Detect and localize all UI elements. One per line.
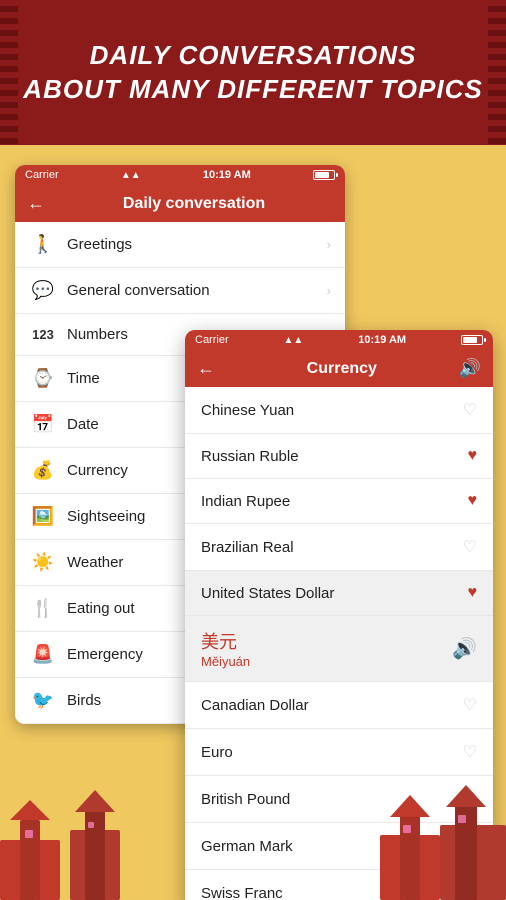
carrier-label-2: Carrier: [195, 334, 229, 346]
carrier-label-1: Carrier: [25, 169, 59, 181]
chevron-general: ›: [327, 283, 331, 298]
decorative-buildings: [0, 780, 506, 900]
top-banner: Daily Conversations About Many Different…: [0, 0, 506, 145]
canadian-dollar-label: Canadian Dollar: [201, 697, 463, 714]
chinese-yuan-heart[interactable]: ♡: [463, 400, 477, 420]
greetings-label: Greetings: [67, 236, 327, 253]
currency-item-canadian-dollar[interactable]: Canadian Dollar ♡: [185, 682, 493, 729]
currency-item-russian-ruble[interactable]: Russian Ruble ♥: [185, 434, 493, 479]
status-bar-1: Carrier ▲▲ 10:19 AM: [15, 165, 345, 185]
currency-icon: 💰: [29, 460, 57, 481]
time-label-1: 10:19 AM: [203, 169, 251, 181]
chinese-characters: 美元: [201, 628, 250, 654]
currency-item-euro[interactable]: Euro ♡: [185, 729, 493, 776]
usd-label: United States Dollar: [201, 585, 468, 602]
currency-item-brazilian-real[interactable]: Brazilian Real ♡: [185, 524, 493, 571]
currency-item-usd[interactable]: United States Dollar ♥: [185, 571, 493, 616]
emergency-icon: 🚨: [29, 644, 57, 665]
wifi-icon-1: ▲▲: [121, 170, 141, 181]
brazilian-real-heart[interactable]: ♡: [463, 537, 477, 557]
back-button-1[interactable]: ←: [27, 193, 45, 214]
chinese-translation-card: 美元 Měiyuán 🔊: [185, 616, 493, 682]
nav-bar-2: ← Currency 🔊: [185, 350, 493, 387]
menu-item-greetings[interactable]: 🚶 Greetings ›: [15, 222, 345, 268]
speaker-nav-icon[interactable]: 🔊: [459, 358, 481, 379]
sightseeing-icon: 🖼️: [29, 506, 57, 527]
back-button-2[interactable]: ←: [197, 358, 215, 379]
menu-item-general[interactable]: 💬 General conversation ›: [15, 268, 345, 314]
nav-title-2: Currency: [225, 360, 459, 378]
canadian-dollar-heart[interactable]: ♡: [463, 695, 477, 715]
euro-label: Euro: [201, 744, 463, 761]
russian-ruble-label: Russian Ruble: [201, 448, 468, 465]
brazilian-real-label: Brazilian Real: [201, 539, 463, 556]
time-label-2: 10:19 AM: [358, 334, 406, 346]
greetings-icon: 🚶: [29, 234, 57, 255]
chinese-translation-text: 美元 Měiyuán: [201, 628, 250, 669]
battery-icon-1: [313, 170, 335, 180]
nav-title-1: Daily conversation: [55, 195, 333, 213]
banner-text: Daily Conversations About Many Different…: [23, 39, 482, 107]
chevron-greetings: ›: [327, 237, 331, 252]
currency-item-indian-rupee[interactable]: Indian Rupee ♥: [185, 479, 493, 524]
currency-item-chinese-yuan[interactable]: Chinese Yuan ♡: [185, 387, 493, 434]
wifi-icon-2: ▲▲: [284, 335, 304, 346]
euro-heart[interactable]: ♡: [463, 742, 477, 762]
general-icon: 💬: [29, 280, 57, 301]
background-area: Carrier ▲▲ 10:19 AM ← Daily conversation…: [0, 145, 506, 900]
speaker-icon[interactable]: 🔊: [452, 636, 477, 661]
eating-icon: 🍴: [29, 598, 57, 619]
indian-rupee-heart[interactable]: ♥: [468, 492, 478, 510]
chinese-yuan-label: Chinese Yuan: [201, 402, 463, 419]
chinese-pinyin: Měiyuán: [201, 654, 250, 669]
general-label: General conversation: [67, 282, 327, 299]
birds-icon: 🐦: [29, 690, 57, 711]
indian-rupee-label: Indian Rupee: [201, 493, 468, 510]
time-icon: ⌚: [29, 368, 57, 389]
weather-icon: ☀️: [29, 552, 57, 573]
nav-bar-1: ← Daily conversation: [15, 185, 345, 222]
russian-ruble-heart[interactable]: ♥: [468, 447, 478, 465]
status-bar-2: Carrier ▲▲ 10:19 AM: [185, 330, 493, 350]
numbers-icon: 123: [29, 327, 57, 342]
usd-heart[interactable]: ♥: [468, 584, 478, 602]
battery-icon-2: [461, 335, 483, 345]
date-icon: 📅: [29, 414, 57, 435]
